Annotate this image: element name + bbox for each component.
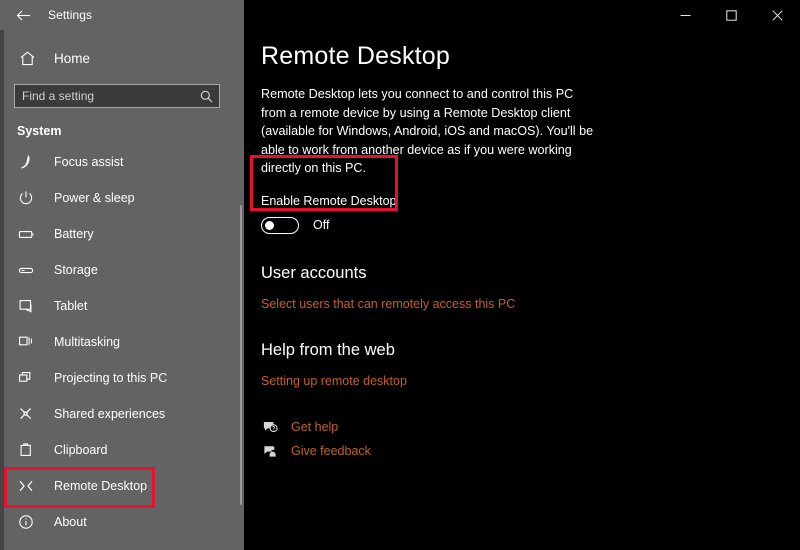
tablet-icon <box>17 297 35 315</box>
sidebar-item-label: Battery <box>54 227 94 241</box>
enable-remote-desktop-label: Enable Remote Desktop <box>261 194 800 208</box>
setting-up-remote-desktop-link[interactable]: Setting up remote desktop <box>261 374 800 388</box>
settings-window: Settings <box>0 0 800 550</box>
get-help-row[interactable]: Get help <box>261 415 800 439</box>
sidebar-nav-list: Focus assist Power & sleep <box>0 144 244 540</box>
give-feedback-icon <box>261 442 278 459</box>
page-title: Remote Desktop <box>261 42 800 71</box>
sidebar-item-label: About <box>54 515 87 529</box>
sidebar-group-title: System <box>17 124 244 138</box>
get-help-icon <box>261 418 278 435</box>
give-feedback-label: Give feedback <box>291 444 371 458</box>
close-icon[interactable] <box>754 0 800 30</box>
sidebar-item-storage[interactable]: Storage <box>0 252 244 288</box>
window-title: Settings <box>48 8 92 22</box>
back-arrow-icon[interactable] <box>6 1 40 29</box>
title-bar-left: Settings <box>0 0 244 30</box>
clipboard-icon <box>17 441 35 459</box>
sidebar-item-label: Storage <box>54 263 98 277</box>
search-icon[interactable] <box>200 90 213 103</box>
window-controls <box>662 0 800 30</box>
sidebar-item-home[interactable]: Home <box>0 41 244 75</box>
search-box[interactable] <box>14 84 220 108</box>
sidebar: Home System Focus assist <box>0 30 244 550</box>
sidebar-item-label: Remote Desktop <box>54 479 147 493</box>
give-feedback-row[interactable]: Give feedback <box>261 439 800 463</box>
sidebar-scrollbar[interactable] <box>240 205 242 505</box>
sidebar-item-shared-experiences[interactable]: Shared experiences <box>0 396 244 432</box>
home-icon <box>17 48 37 68</box>
sidebar-item-label: Projecting to this PC <box>54 371 167 385</box>
battery-icon <box>17 225 35 243</box>
search-input[interactable] <box>15 85 219 107</box>
sidebar-item-label: Power & sleep <box>54 191 135 205</box>
sidebar-item-remote-desktop[interactable]: Remote Desktop <box>0 468 244 504</box>
multitasking-icon <box>17 333 35 351</box>
power-icon <box>17 189 35 207</box>
projecting-icon <box>17 369 35 387</box>
sidebar-item-power-sleep[interactable]: Power & sleep <box>0 180 244 216</box>
sidebar-item-home-label: Home <box>54 51 90 66</box>
maximize-icon[interactable] <box>708 0 754 30</box>
sidebar-item-clipboard[interactable]: Clipboard <box>0 432 244 468</box>
sidebar-item-label: Clipboard <box>54 443 108 457</box>
sidebar-item-battery[interactable]: Battery <box>0 216 244 252</box>
sidebar-item-focus-assist[interactable]: Focus assist <box>0 144 244 180</box>
toggle-knob <box>265 221 274 230</box>
minimize-icon[interactable] <box>662 0 708 30</box>
sidebar-item-about[interactable]: About <box>0 504 244 540</box>
toggle-state-label: Off <box>313 218 329 232</box>
sidebar-item-multitasking[interactable]: Multitasking <box>0 324 244 360</box>
sidebar-item-projecting-to-this-pc[interactable]: Projecting to this PC <box>0 360 244 396</box>
main-content: Remote Desktop Remote Desktop lets you c… <box>244 30 800 550</box>
support-links: Get help Give feedback <box>244 415 800 463</box>
page-description: Remote Desktop lets you connect to and c… <box>261 85 599 178</box>
sidebar-item-label: Focus assist <box>54 155 123 169</box>
moon-icon <box>17 153 35 171</box>
enable-remote-desktop-toggle[interactable] <box>261 217 299 234</box>
storage-icon <box>17 261 35 279</box>
remote-desktop-icon <box>17 477 35 495</box>
sidebar-item-label: Shared experiences <box>54 407 165 421</box>
help-from-web-heading: Help from the web <box>261 341 800 360</box>
get-help-label: Get help <box>291 420 338 434</box>
shared-experiences-icon <box>17 405 35 423</box>
user-accounts-heading: User accounts <box>261 264 800 283</box>
enable-remote-desktop-row: Off <box>261 217 800 234</box>
sidebar-item-tablet[interactable]: Tablet <box>0 288 244 324</box>
enable-remote-desktop-section: Enable Remote Desktop Off <box>261 194 800 234</box>
select-users-link[interactable]: Select users that can remotely access th… <box>261 297 800 311</box>
info-icon <box>17 513 35 531</box>
sidebar-item-label: Multitasking <box>54 335 120 349</box>
sidebar-item-label: Tablet <box>54 299 87 313</box>
title-bar: Settings <box>0 0 800 30</box>
